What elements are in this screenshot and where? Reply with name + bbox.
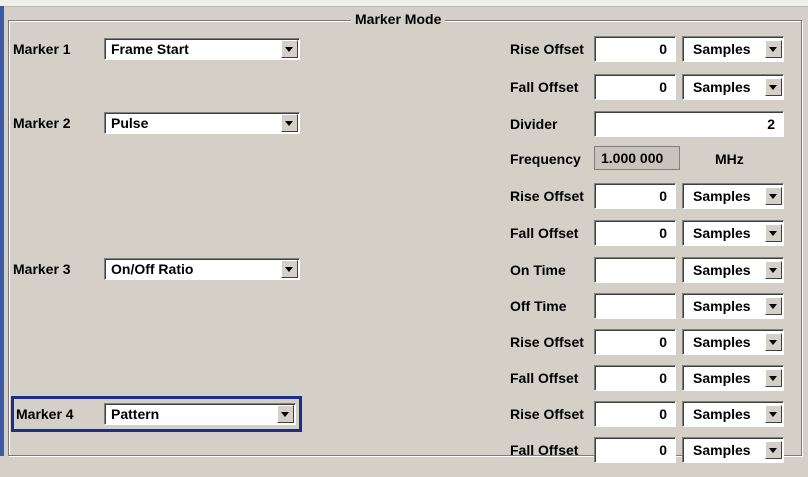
m2-divider-input[interactable]: 2: [594, 111, 784, 137]
chevron-down-icon[interactable]: [281, 114, 298, 132]
m3-rise-offset-unit-select[interactable]: Samples: [682, 329, 784, 355]
chevron-down-icon[interactable]: [765, 224, 782, 242]
m4-fall-offset-label: Fall Offset: [510, 442, 579, 458]
m4-rise-offset-input[interactable]: 0: [594, 401, 676, 427]
m3-fall-offset-input[interactable]: 0: [594, 365, 676, 391]
chevron-down-icon[interactable]: [765, 369, 782, 387]
m2-rise-offset-unit-select[interactable]: Samples: [682, 183, 784, 209]
m3-on-time-label: On Time: [510, 262, 566, 278]
chevron-down-icon[interactable]: [765, 441, 782, 459]
m4-fall-offset-input[interactable]: 0: [594, 437, 676, 463]
m2-frequency-readout: 1.000 000: [594, 146, 680, 170]
chevron-down-icon[interactable]: [765, 187, 782, 205]
marker-4-mode-select[interactable]: Pattern: [104, 403, 296, 425]
group-title: Marker Mode: [351, 11, 446, 27]
m2-frequency-unit: MHz: [715, 151, 744, 167]
m4-rise-offset-unit-select[interactable]: Samples: [682, 401, 784, 427]
m3-fall-offset-label: Fall Offset: [510, 370, 579, 386]
chevron-down-icon[interactable]: [765, 297, 782, 315]
marker-4-label: Marker 4: [16, 406, 74, 422]
marker-1-mode-value: Frame Start: [111, 41, 189, 57]
m3-off-time-input[interactable]: [594, 293, 676, 319]
m2-frequency-label: Frequency: [510, 151, 581, 167]
m2-fall-offset-input[interactable]: 0: [594, 220, 676, 246]
m1-fall-offset-label: Fall Offset: [510, 79, 579, 95]
chevron-down-icon[interactable]: [765, 261, 782, 279]
m3-off-time-unit-select[interactable]: Samples: [682, 293, 784, 319]
chevron-down-icon[interactable]: [277, 405, 294, 423]
chevron-down-icon[interactable]: [281, 260, 298, 278]
m3-fall-offset-unit-select[interactable]: Samples: [682, 365, 784, 391]
m3-rise-offset-label: Rise Offset: [510, 334, 584, 350]
top-edge: [0, 0, 808, 7]
m4-fall-offset-unit-select[interactable]: Samples: [682, 437, 784, 463]
chevron-down-icon[interactable]: [765, 333, 782, 351]
m2-fall-offset-unit-select[interactable]: Samples: [682, 220, 784, 246]
chevron-down-icon[interactable]: [765, 405, 782, 423]
m2-divider-label: Divider: [510, 116, 558, 132]
m1-fall-offset-input[interactable]: 0: [594, 74, 676, 100]
chevron-down-icon[interactable]: [281, 40, 298, 58]
marker-1-mode-select[interactable]: Frame Start: [104, 38, 300, 60]
marker-2-label: Marker 2: [13, 115, 71, 131]
m2-rise-offset-label: Rise Offset: [510, 188, 584, 204]
m3-on-time-input[interactable]: [594, 257, 676, 283]
chevron-down-icon[interactable]: [765, 78, 782, 96]
m3-off-time-label: Off Time: [510, 298, 567, 314]
marker-4-mode-value: Pattern: [111, 406, 160, 422]
marker-3-mode-select[interactable]: On/Off Ratio: [104, 258, 300, 280]
marker-2-mode-value: Pulse: [111, 115, 149, 131]
m4-rise-offset-label: Rise Offset: [510, 406, 584, 422]
chevron-down-icon[interactable]: [765, 40, 782, 58]
m3-rise-offset-input[interactable]: 0: [594, 329, 676, 355]
m1-rise-offset-input[interactable]: 0: [594, 36, 676, 62]
marker-3-label: Marker 3: [13, 261, 71, 277]
marker-2-mode-select[interactable]: Pulse: [104, 112, 300, 134]
marker-3-mode-value: On/Off Ratio: [111, 261, 194, 277]
m1-rise-offset-label: Rise Offset: [510, 41, 584, 57]
m2-fall-offset-label: Fall Offset: [510, 225, 579, 241]
m1-fall-offset-unit-select[interactable]: Samples: [682, 74, 784, 100]
m3-on-time-unit-select[interactable]: Samples: [682, 257, 784, 283]
m1-rise-offset-unit-select[interactable]: Samples: [682, 36, 784, 62]
m2-rise-offset-input[interactable]: 0: [594, 183, 676, 209]
marker-1-label: Marker 1: [13, 41, 71, 57]
left-accent-bar: [0, 6, 4, 456]
